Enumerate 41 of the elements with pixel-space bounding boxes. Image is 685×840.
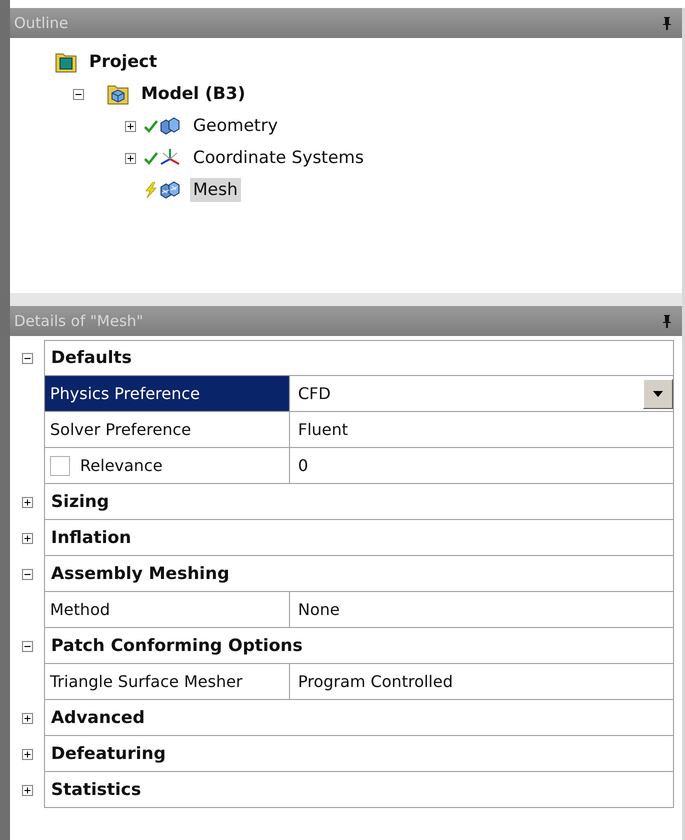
property-value[interactable]: 0 — [289, 448, 674, 484]
property-name[interactable]: Method — [44, 592, 289, 628]
expander-toggle[interactable] — [22, 532, 32, 544]
property-name[interactable]: Relevance — [44, 448, 289, 484]
expander-toggle[interactable] — [22, 640, 32, 652]
section-header[interactable]: Defaults — [44, 340, 674, 376]
expander-toggle[interactable] — [22, 568, 32, 580]
section-header[interactable]: Sizing — [44, 484, 674, 520]
expander-toggle[interactable] — [124, 120, 136, 132]
property-value[interactable]: Program Controlled — [289, 664, 674, 700]
panel-title: Outline — [14, 14, 68, 32]
property-value[interactable]: Fluent — [289, 412, 674, 448]
dropdown-button[interactable] — [643, 378, 673, 408]
expander-toggle[interactable] — [72, 88, 84, 100]
caret-icon — [653, 390, 663, 396]
tree-item[interactable]: Model (B3) — [138, 82, 248, 106]
tree-item[interactable]: Mesh — [190, 178, 241, 202]
checkbox[interactable] — [50, 456, 70, 476]
pin-icon[interactable] — [662, 314, 672, 328]
expander-toggle[interactable] — [124, 152, 136, 164]
section-header[interactable]: Inflation — [44, 520, 674, 556]
expander-toggle[interactable] — [22, 352, 32, 364]
section-header[interactable]: Statistics — [44, 772, 674, 808]
tree-item[interactable]: Project — [86, 50, 160, 74]
expander-toggle[interactable] — [22, 712, 32, 724]
tree-item[interactable]: Coordinate Systems — [190, 146, 367, 170]
property-name[interactable]: Solver Preference — [44, 412, 289, 448]
tree-item[interactable]: Geometry — [190, 114, 281, 138]
property-value[interactable]: CFD — [289, 376, 674, 412]
property-value[interactable]: None — [289, 592, 674, 628]
expander-toggle[interactable] — [22, 784, 32, 796]
panel-title: Details of "Mesh" — [14, 312, 144, 330]
section-header[interactable]: Advanced — [44, 700, 674, 736]
section-header[interactable]: Defeaturing — [44, 736, 674, 772]
pin-icon[interactable] — [662, 16, 672, 30]
section-header[interactable]: Patch Conforming Options — [44, 628, 674, 664]
section-header[interactable]: Assembly Meshing — [44, 556, 674, 592]
property-name[interactable]: Triangle Surface Mesher — [44, 664, 289, 700]
property-name[interactable]: Physics Preference — [44, 376, 289, 412]
expander-toggle[interactable] — [22, 748, 32, 760]
expander-toggle[interactable] — [22, 496, 32, 508]
